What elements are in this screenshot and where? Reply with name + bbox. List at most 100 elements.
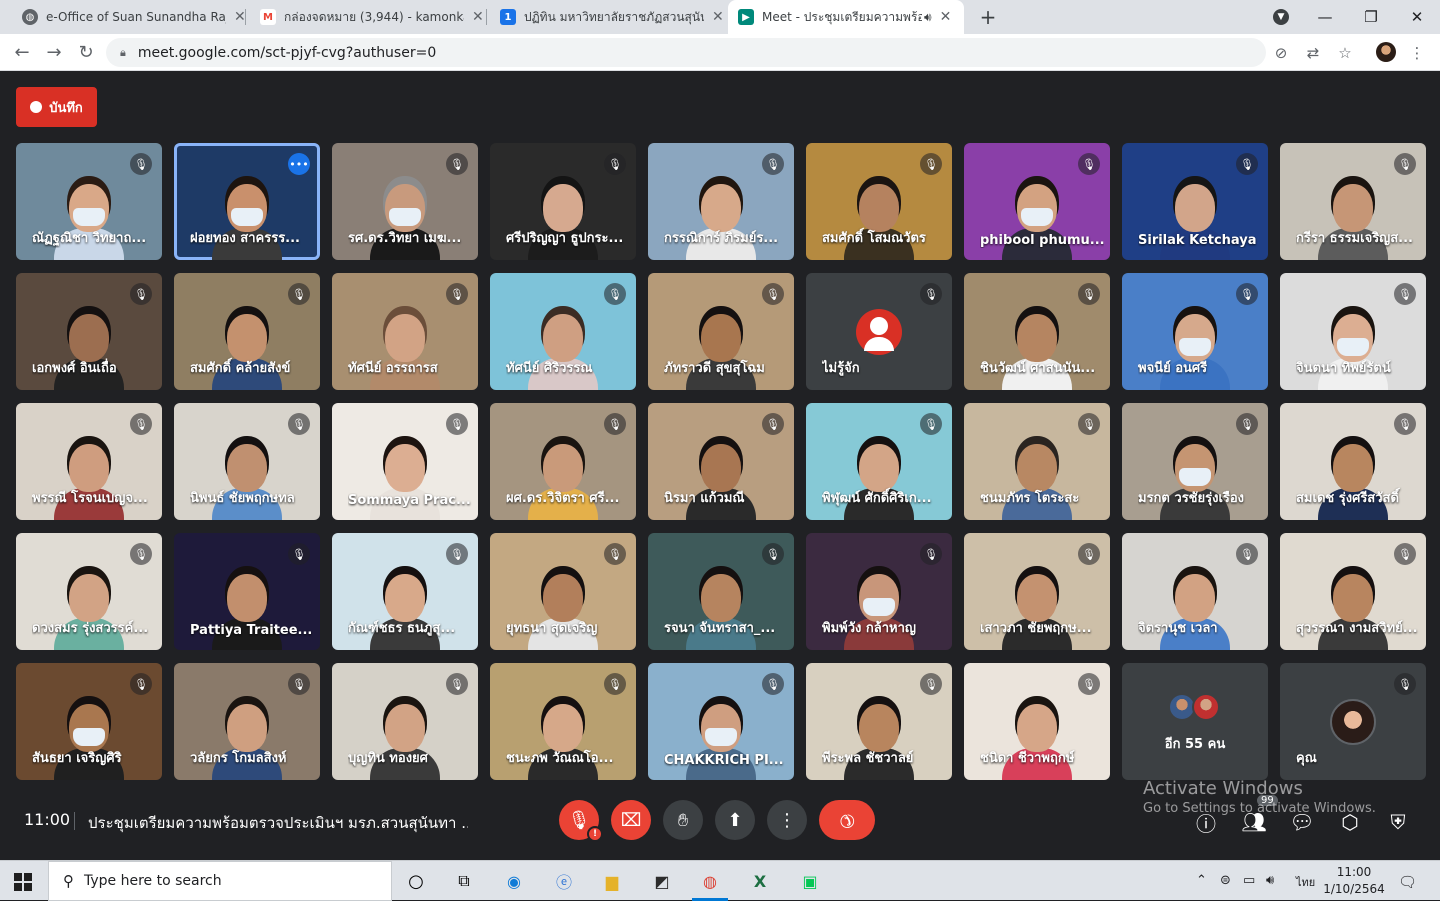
participant-tile[interactable]: 🎙︎ จินตนา ทิพย์รัตน์ [1280, 273, 1426, 390]
participant-tile[interactable]: 🎙︎ รศ.ดร.วิทยา เมฆ... [332, 143, 478, 260]
participant-tile[interactable]: 🎙︎ สันธยา เจริญศิริ [16, 663, 162, 780]
participant-tile[interactable]: 🎙︎ CHAKKRICH PI... [648, 663, 794, 780]
participant-tile[interactable]: 🎙︎ ทัศนีย์ อรรถารส [332, 273, 478, 390]
browser-tab-active[interactable]: ▶ Meet - ประชุมเตรียมความพร้อมฯ 🔊︎ ✕ [728, 0, 964, 34]
participant-tile[interactable]: 🎙︎ ชินวัฒน์ ศาสนนัน... [964, 273, 1110, 390]
participant-tile[interactable]: 🎙︎ ณัฏฐณิชา วิทยาถ... [16, 143, 162, 260]
participant-tile[interactable]: 🎙︎ phibool phumu... [964, 143, 1110, 260]
participant-tile[interactable]: 🎙︎ ไม่รู้จัก [806, 273, 952, 390]
ie-icon[interactable]: ⓔ [552, 869, 576, 893]
participant-tile[interactable]: 🎙︎ เสาวภา ชัยพฤกษ... [964, 533, 1110, 650]
chrome-icon[interactable]: ◍ [698, 869, 722, 893]
participant-video [212, 704, 282, 780]
cortana-icon[interactable]: ○ [404, 869, 428, 893]
forward-icon[interactable]: → [42, 40, 66, 64]
browser-tab[interactable]: ◍ e-Office of Suan Sunandha Rajab ✕ [12, 0, 256, 34]
minimize-icon[interactable]: — [1302, 0, 1348, 34]
mic-toggle-button[interactable]: 🎙︎ ! [559, 800, 603, 842]
participant-tile[interactable]: 🎙︎ ชนมภัทร โตระสะ [964, 403, 1110, 520]
participant-tile[interactable]: 🎙︎ ผศ.ดร.วิจิตรา ศรี... [490, 403, 636, 520]
edge-icon[interactable]: ◉ [502, 869, 526, 893]
close-icon[interactable]: ✕ [712, 9, 724, 25]
tab-search-icon[interactable]: ▼ [1258, 0, 1304, 34]
reload-icon[interactable]: ↻ [74, 40, 98, 64]
volume-icon[interactable]: 🔊︎ [1266, 873, 1274, 888]
participant-tile[interactable]: 🎙︎ เอกพงศ์ อินเถื่อ [16, 273, 162, 390]
participant-tile[interactable]: 🎙︎ วลัยกร โกมลสิงห์ [174, 663, 320, 780]
participant-tile[interactable]: 🎙︎ สมศักดิ์ คล้ายสังข์ [174, 273, 320, 390]
participant-tile[interactable]: 🎙︎ ภัทราวดี สุขสุโฉม [648, 273, 794, 390]
speaker-icon[interactable]: 🔊︎ [924, 10, 932, 25]
participant-tile[interactable]: 🎙︎ สุวรรณา งามสวิทย์... [1280, 533, 1426, 650]
windows-start-icon[interactable] [14, 873, 32, 891]
host-controls-icon[interactable]: ⛨ [1384, 808, 1412, 836]
participant-tile[interactable]: 🎙︎ มรกต วรชัยรุ่งเรือง [1122, 403, 1268, 520]
participant-tile[interactable]: 🎙︎ กรีรา ธรรมเจริญส... [1280, 143, 1426, 260]
camera-blocked-icon[interactable]: ⊘ [1270, 42, 1292, 64]
window-close-icon[interactable]: ✕ [1394, 0, 1440, 34]
participant-tile[interactable]: 🎙︎ จิตรานุช เวลา [1122, 533, 1268, 650]
lock-icon[interactable]: 🔒︎ [120, 46, 126, 60]
file-explorer-icon[interactable]: ▆ [600, 869, 624, 893]
browser-tab[interactable]: M กล่องจดหมาย (3,944) - kamonkan. ✕ [250, 0, 494, 34]
tray-app-icon[interactable]: ⊜ [1220, 873, 1231, 888]
participant-tile[interactable]: 🎙︎ สมเดช รุ่งศรีสวัสดิ์ [1280, 403, 1426, 520]
back-icon[interactable]: ← [10, 40, 34, 64]
participant-tile[interactable]: 🎙︎ กรรณิการ์ ภิรมย์ร... [648, 143, 794, 260]
participant-tile[interactable]: 🎙︎ รจนา จันทราสา_... [648, 533, 794, 650]
participant-tile[interactable]: 🎙︎ ทัศนีย์ ศิริวรรณ [490, 273, 636, 390]
participant-tile[interactable]: 🎙︎ Sirilak Ketchaya [1122, 143, 1268, 260]
address-bar[interactable]: 🔒︎ meet.google.com/sct-pjyf-cvg?authuser… [106, 38, 1266, 67]
input-language[interactable]: ไทย [1296, 873, 1315, 891]
taskbar-search-input[interactable]: ⚲ Type here to search [48, 861, 392, 901]
participant-tile[interactable]: ••• ฝอยทอง สาครรร... [174, 143, 320, 260]
participant-tile[interactable]: 🎙︎ นิรมา แก้วมณี [648, 403, 794, 520]
participant-tile[interactable]: 🎙︎ ชนะภพ วัณณโอ... [490, 663, 636, 780]
participant-tile[interactable]: 🎙︎ พิมพ์วัง กล้าหาญ [806, 533, 952, 650]
new-tab-icon[interactable]: + [976, 5, 1000, 29]
participant-tile[interactable]: 🎙︎ สมศักดิ์ โสมณวัตร [806, 143, 952, 260]
sticky-app-icon[interactable]: ◩ [650, 869, 674, 893]
participant-tile[interactable]: 🎙︎ พรรณี โรจนเบญจ... [16, 403, 162, 520]
notification-icon[interactable]: 🗨︎ [1398, 873, 1417, 891]
close-icon[interactable]: ✕ [234, 9, 246, 25]
more-options-button[interactable]: ⋮ [767, 800, 807, 840]
raise-hand-button[interactable]: ✋︎ [663, 800, 703, 840]
participant-tile[interactable]: 🎙︎ พิฬุฒน์ ศักดิ์ศิริเก... [806, 403, 952, 520]
camera-toggle-button[interactable]: ⌧ [611, 800, 651, 840]
participant-tile[interactable]: 🎙︎ Pattiya Traitee... [174, 533, 320, 650]
self-tile[interactable]: 🎙︎ คุณ [1280, 663, 1426, 780]
bookmark-star-icon[interactable]: ☆ [1334, 42, 1356, 64]
close-icon[interactable]: ✕ [940, 9, 952, 25]
line-app-icon[interactable]: ▣ [798, 869, 822, 893]
browser-tab[interactable]: 1 ปฏิทิน มหาวิทยาลัยราชภัฏสวนสุนันทา ✕ [490, 0, 734, 34]
more-participants-tile[interactable]: อีก 55 คน [1122, 663, 1268, 780]
translate-icon[interactable]: ⇄ [1302, 42, 1324, 64]
recording-button[interactable]: บันทึก [16, 87, 97, 127]
present-icon: ⬆︎ [727, 809, 743, 831]
present-screen-button[interactable]: ⬆︎ [715, 800, 755, 840]
close-icon[interactable]: ✕ [472, 9, 484, 25]
more-participants-label: อีก 55 คน [1164, 737, 1226, 752]
participant-tile[interactable]: 🎙︎ นิพนธ์ ชัยพฤกษทล [174, 403, 320, 520]
menu-kebab-icon[interactable]: ⋮ [1406, 42, 1428, 64]
system-clock[interactable]: 11:00 1/10/2564 [1320, 864, 1388, 898]
participant-tile[interactable]: 🎙︎ พีระพล ชัชวาลย์ [806, 663, 952, 780]
leave-call-button[interactable]: ✆ [819, 800, 875, 840]
participant-tile[interactable]: 🎙︎ ชนิดา ชีวาพฤกษ์ [964, 663, 1110, 780]
participant-tile[interactable]: 🎙︎ บุญทิน ทองยศ [332, 663, 478, 780]
participant-tile[interactable]: 🎙︎ ศรีปริญญา ธูปกระ... [490, 143, 636, 260]
profile-avatar[interactable] [1376, 42, 1396, 62]
task-view-icon[interactable]: ⧉ [452, 869, 476, 893]
participant-video [528, 444, 598, 520]
network-icon[interactable]: ▭ [1243, 873, 1255, 888]
participant-tile[interactable]: 🎙︎ ดวงสมร รุ่งสวรรค์... [16, 533, 162, 650]
participant-tile[interactable]: 🎙︎ พจนีย์ อนศรี [1122, 273, 1268, 390]
participant-tile[interactable]: 🎙︎ กัณฑ์ชธร ธนภูสุ... [332, 533, 478, 650]
tray-chevron-up-icon[interactable]: ⌃ [1196, 873, 1207, 888]
participant-tile[interactable]: 🎙︎ ยุทธนา สุดเจริญ [490, 533, 636, 650]
participant-name: Sirilak Ketchaya [1138, 233, 1257, 248]
participant-tile[interactable]: 🎙︎ Sommaya Prac... [332, 403, 478, 520]
excel-icon[interactable]: X [748, 869, 772, 893]
restore-icon[interactable]: ❐ [1348, 0, 1394, 34]
